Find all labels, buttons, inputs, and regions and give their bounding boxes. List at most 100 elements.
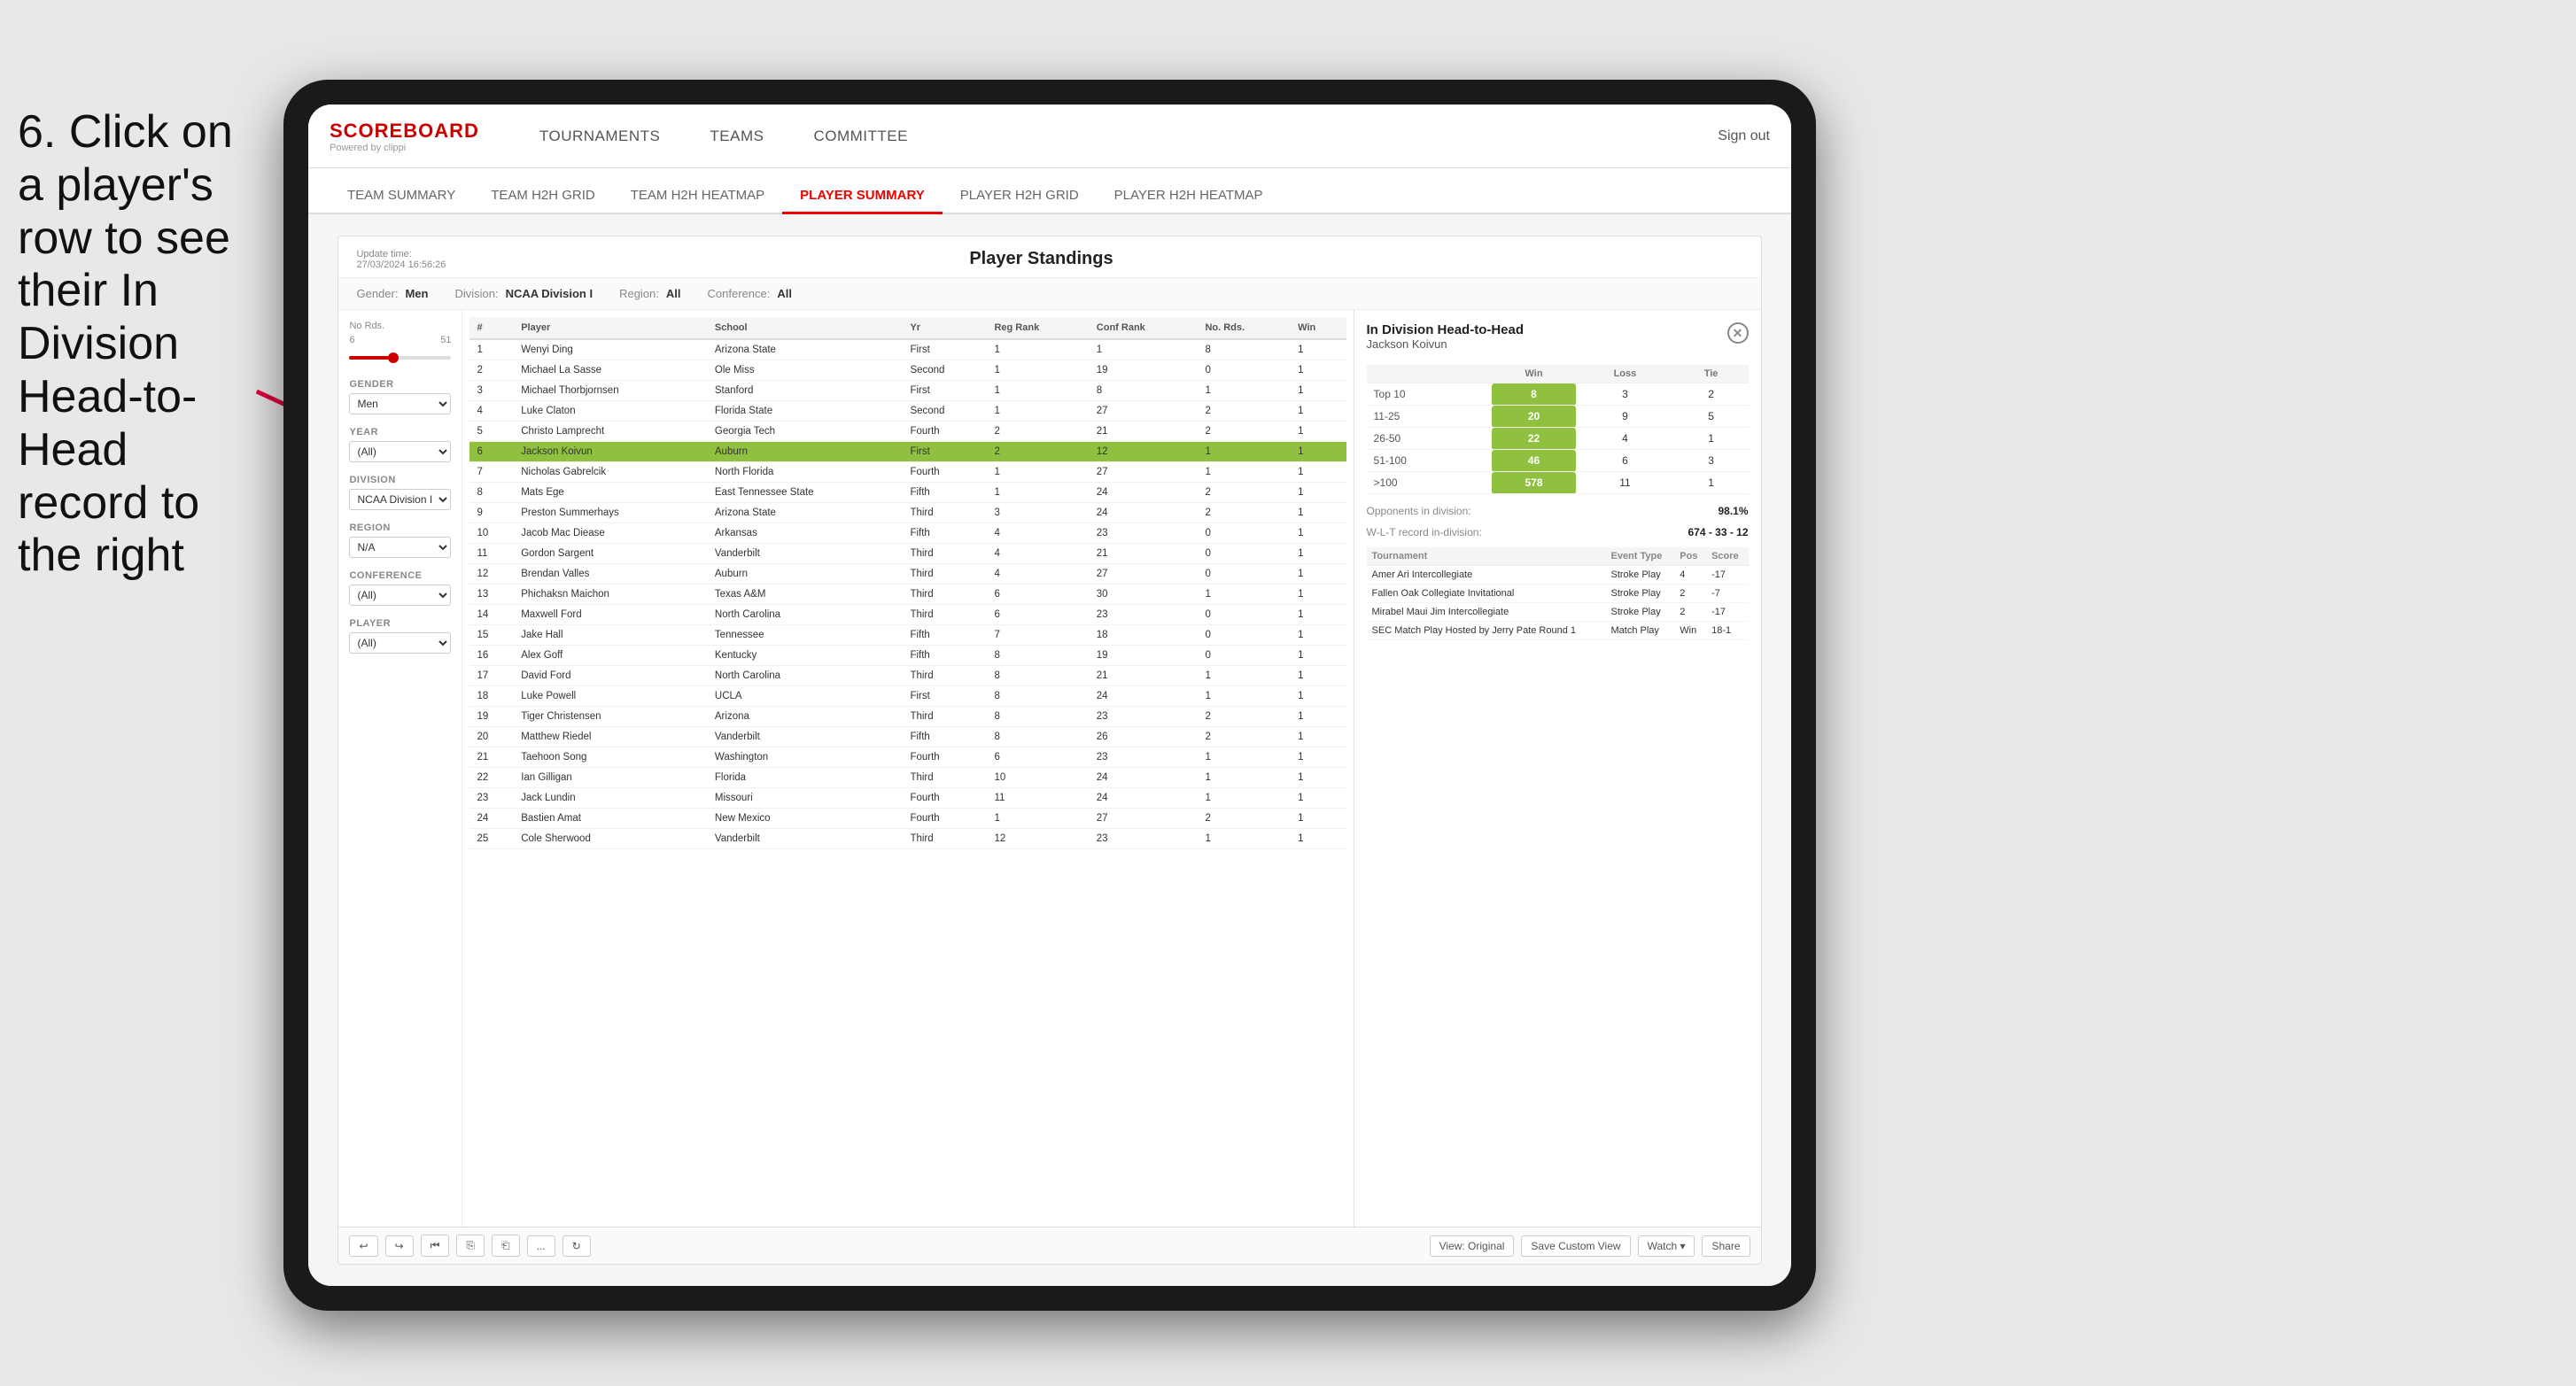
tab-team-h2h-grid[interactable]: TEAM H2H GRID — [473, 188, 613, 214]
cell-yr: Second — [903, 360, 987, 381]
cell-school: Auburn — [708, 564, 904, 585]
copy-button[interactable]: ⎘ — [456, 1235, 485, 1257]
table-row[interactable]: 24 Bastien Amat New Mexico Fourth 1 27 2… — [469, 809, 1346, 829]
view-original-button[interactable]: View: Original — [1430, 1235, 1515, 1257]
cell-no-rds: 2 — [1198, 422, 1291, 442]
table-row[interactable]: 16 Alex Goff Kentucky Fifth 8 19 0 1 — [469, 646, 1346, 666]
more-button[interactable]: ... — [527, 1235, 555, 1257]
opponents-value: 98.1% — [1718, 505, 1748, 517]
cell-no-rds: 0 — [1198, 564, 1291, 585]
watch-button[interactable]: Watch ▾ — [1638, 1235, 1695, 1257]
table-row[interactable]: 9 Preston Summerhays Arizona State Third… — [469, 503, 1346, 523]
table-row[interactable]: 7 Nicholas Gabrelcik North Florida Fourt… — [469, 462, 1346, 483]
region-select[interactable]: N/A — [349, 537, 451, 558]
h2h-win-cell: 8 — [1492, 383, 1576, 406]
table-row[interactable]: 19 Tiger Christensen Arizona Third 8 23 … — [469, 707, 1346, 727]
nav-teams[interactable]: TEAMS — [685, 105, 788, 168]
tab-team-h2h-heatmap[interactable]: TEAM H2H HEATMAP — [613, 188, 782, 214]
cell-win: 1 — [1291, 625, 1346, 646]
tab-player-h2h-heatmap[interactable]: PLAYER H2H HEATMAP — [1097, 188, 1281, 214]
cell-conf-rank: 27 — [1090, 564, 1199, 585]
redo-button[interactable]: ↪ — [385, 1235, 414, 1257]
cell-num: 17 — [469, 666, 514, 686]
table-row[interactable]: 13 Phichaksn Maichon Texas A&M Third 6 3… — [469, 585, 1346, 605]
cell-num: 12 — [469, 564, 514, 585]
tab-team-summary[interactable]: TEAM SUMMARY — [330, 188, 473, 214]
share-button[interactable]: Share — [1702, 1235, 1750, 1257]
cell-win: 1 — [1291, 585, 1346, 605]
table-row[interactable]: 1 Wenyi Ding Arizona State First 1 1 8 1 — [469, 339, 1346, 360]
table-row[interactable]: 18 Luke Powell UCLA First 8 24 1 1 — [469, 686, 1346, 707]
table-row[interactable]: 6 Jackson Koivun Auburn First 2 12 1 1 — [469, 442, 1346, 462]
gender-select[interactable]: Men Women — [349, 393, 451, 414]
cell-num: 10 — [469, 523, 514, 544]
conference-select[interactable]: (All) — [349, 585, 451, 606]
table-row[interactable]: 8 Mats Ege East Tennessee State Fifth 1 … — [469, 483, 1346, 503]
cell-player: Alex Goff — [514, 646, 708, 666]
cell-no-rds: 2 — [1198, 809, 1291, 829]
player-select[interactable]: (All) — [349, 632, 451, 654]
region-label: Region: — [619, 287, 659, 300]
cell-reg-rank: 8 — [987, 666, 1089, 686]
year-select[interactable]: (All) — [349, 441, 451, 462]
cell-conf-rank: 24 — [1090, 483, 1199, 503]
table-row[interactable]: 5 Christo Lamprecht Georgia Tech Fourth … — [469, 422, 1346, 442]
cell-yr: Fourth — [903, 462, 987, 483]
tourn-col-pos: Pos — [1674, 547, 1706, 566]
table-row[interactable]: 23 Jack Lundin Missouri Fourth 11 24 1 1 — [469, 788, 1346, 809]
col-no-rds: No. Rds. — [1198, 317, 1291, 339]
table-row[interactable]: 17 David Ford North Carolina Third 8 21 … — [469, 666, 1346, 686]
h2h-loss-cell: 9 — [1576, 406, 1673, 428]
no-rds-slider[interactable] — [349, 349, 451, 367]
cell-player: Nicholas Gabrelcik — [514, 462, 708, 483]
cell-num: 1 — [469, 339, 514, 360]
cell-yr: Third — [903, 564, 987, 585]
cell-reg-rank: 8 — [987, 686, 1089, 707]
tab-player-summary[interactable]: PLAYER SUMMARY — [782, 188, 943, 214]
table-row[interactable]: 2 Michael La Sasse Ole Miss Second 1 19 … — [469, 360, 1346, 381]
cell-school: North Florida — [708, 462, 904, 483]
table-row[interactable]: 21 Taehoon Song Washington Fourth 6 23 1… — [469, 747, 1346, 768]
close-button[interactable]: ✕ — [1727, 322, 1749, 344]
cell-reg-rank: 10 — [987, 768, 1089, 788]
nav-committee[interactable]: COMMITTEE — [788, 105, 933, 168]
conference-filter-display: Conference: All — [708, 287, 792, 300]
tab-player-h2h-grid[interactable]: PLAYER H2H GRID — [943, 188, 1097, 214]
table-row[interactable]: 15 Jake Hall Tennessee Fifth 7 18 0 1 — [469, 625, 1346, 646]
table-row[interactable]: 14 Maxwell Ford North Carolina Third 6 2… — [469, 605, 1346, 625]
refresh-button[interactable]: ↻ — [563, 1235, 591, 1257]
nav-tournaments[interactable]: TOURNAMENTS — [515, 105, 685, 168]
cell-conf-rank: 23 — [1090, 829, 1199, 849]
cell-num: 5 — [469, 422, 514, 442]
cell-win: 1 — [1291, 442, 1346, 462]
cell-school: New Mexico — [708, 809, 904, 829]
table-row[interactable]: 10 Jacob Mac Diease Arkansas Fifth 4 23 … — [469, 523, 1346, 544]
h2h-player-name: Jackson Koivun — [1367, 337, 1525, 351]
division-select[interactable]: NCAA Division I — [349, 489, 451, 510]
cell-conf-rank: 8 — [1090, 381, 1199, 401]
table-row[interactable]: 12 Brendan Valles Auburn Third 4 27 0 1 — [469, 564, 1346, 585]
cell-yr: Third — [903, 768, 987, 788]
skip-back-button[interactable]: ⏮ — [421, 1235, 450, 1257]
table-row[interactable]: 22 Ian Gilligan Florida Third 10 24 1 1 — [469, 768, 1346, 788]
cell-win: 1 — [1291, 523, 1346, 544]
cell-yr: Fifth — [903, 727, 987, 747]
cell-no-rds: 2 — [1198, 483, 1291, 503]
table-row[interactable]: 20 Matthew Riedel Vanderbilt Fifth 8 26 … — [469, 727, 1346, 747]
cell-num: 4 — [469, 401, 514, 422]
h2h-rank-label: Top 10 — [1367, 383, 1492, 406]
cell-player: Michael La Sasse — [514, 360, 708, 381]
table-row[interactable]: 3 Michael Thorbjornsen Stanford First 1 … — [469, 381, 1346, 401]
table-row[interactable]: 11 Gordon Sargent Vanderbilt Third 4 21 … — [469, 544, 1346, 564]
table-row[interactable]: 25 Cole Sherwood Vanderbilt Third 12 23 … — [469, 829, 1346, 849]
cell-reg-rank: 1 — [987, 809, 1089, 829]
save-custom-button[interactable]: Save Custom View — [1521, 1235, 1630, 1257]
h2h-win-cell: 578 — [1492, 472, 1576, 494]
sign-out-link[interactable]: Sign out — [1718, 128, 1770, 144]
cell-reg-rank: 4 — [987, 544, 1089, 564]
cell-school: Tennessee — [708, 625, 904, 646]
undo-button[interactable]: ↩ — [349, 1235, 377, 1257]
table-row[interactable]: 4 Luke Claton Florida State Second 1 27 … — [469, 401, 1346, 422]
paste-button[interactable]: ⎗ — [492, 1235, 520, 1257]
cell-yr: Third — [903, 503, 987, 523]
